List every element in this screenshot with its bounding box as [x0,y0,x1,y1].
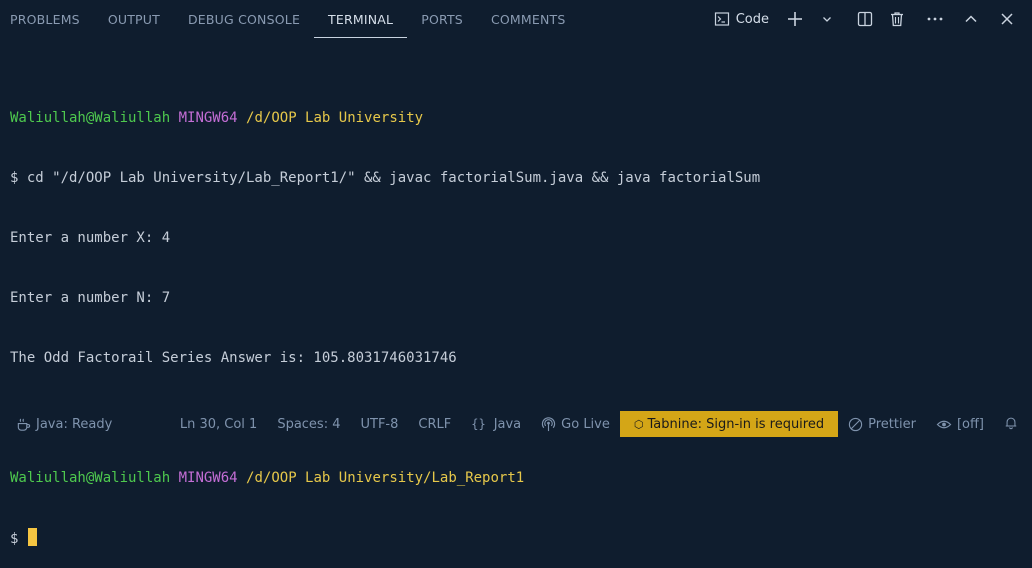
terminal-name: Code [735,11,769,27]
language-label: Java [493,416,522,432]
input-line[interactable]: $ [10,528,1022,548]
ellipsis-icon [926,11,944,27]
terminal-selector-button[interactable]: Code [711,7,772,31]
split-terminal-button[interactable] [850,7,880,31]
copilot-status[interactable]: [off] [926,411,994,437]
maximize-panel-button[interactable] [956,7,986,31]
chevron-down-icon [821,13,833,25]
tab-comments[interactable]: COMMENTS [477,0,580,38]
tab-debug-console[interactable]: DEBUG CONSOLE [174,0,314,38]
input-prompt: $ [10,531,19,547]
prompt-line: Waliullah@Waliullah MINGW64 /d/OOP Lab U… [10,108,1022,128]
kill-terminal-button[interactable] [882,7,912,31]
prompt-line: Waliullah@Waliullah MINGW64 /d/OOP Lab U… [10,468,1022,488]
java-status-label: Java: Ready [36,416,113,432]
command-line: $ cd "/d/OOP Lab University/Lab_Report1/… [10,170,761,186]
status-bar: Java: Ready Ln 30, Col 1 Spaces: 4 UTF-8… [0,411,1032,437]
coffee-icon [16,417,31,432]
tab-ports[interactable]: PORTS [407,0,477,38]
prettier-status[interactable]: Prettier [838,411,926,437]
chevron-up-icon [963,11,979,27]
output-line: The Odd Factorail Series Answer is: 105.… [10,350,457,366]
bell-icon [1004,415,1018,434]
tab-terminal[interactable]: TERMINAL [314,0,407,38]
encoding[interactable]: UTF-8 [350,411,408,437]
tab-output[interactable]: OUTPUT [94,0,174,38]
eye-icon [936,417,952,432]
prettier-label: Prettier [868,416,916,432]
panel-actions: Code [711,0,1022,38]
output-line: Enter a number X: 4 [10,230,171,246]
notifications-button[interactable] [994,411,1032,437]
tabnine-icon: ⬡ [633,417,644,431]
terminal-cursor [28,528,38,546]
plus-icon [786,10,804,28]
split-icon [857,11,873,27]
prompt-user: Waliullah@Waliullah [10,110,171,126]
terminal-output[interactable]: Waliullah@Waliullah MINGW64 /d/OOP Lab U… [10,68,1022,568]
prompt-shell: MINGW64 [178,110,238,126]
more-actions-button[interactable] [920,7,950,31]
close-icon [999,11,1015,27]
prohibited-icon [848,417,863,432]
close-panel-button[interactable] [992,7,1022,31]
prompt-path: /d/OOP Lab University/Lab_Report1 [246,470,525,486]
terminal-icon [714,11,730,27]
cursor-position[interactable]: Ln 30, Col 1 [170,411,267,437]
new-terminal-button[interactable] [780,7,810,31]
prompt-shell: MINGW64 [178,470,238,486]
go-live-label: Go Live [561,416,610,432]
end-of-line[interactable]: CRLF [408,411,461,437]
tabnine-status[interactable]: ⬡ Tabnine: Sign-in is required [619,411,839,437]
prompt-user: Waliullah@Waliullah [10,470,171,486]
tab-problems[interactable]: PROBLEMS [0,0,94,38]
java-status[interactable]: Java: Ready [0,411,122,437]
broadcast-icon [541,416,556,432]
prompt-path: /d/OOP Lab University [246,110,424,126]
launch-profile-button[interactable] [812,7,842,31]
language-mode[interactable]: {} Java [461,411,531,437]
go-live-button[interactable]: Go Live [531,411,620,437]
output-line: Enter a number N: 7 [10,290,171,306]
braces-icon: {} [471,417,486,431]
indentation[interactable]: Spaces: 4 [267,411,350,437]
copilot-label: [off] [956,416,984,432]
tabnine-label: Tabnine: Sign-in is required [647,416,825,432]
trash-icon [889,11,905,27]
